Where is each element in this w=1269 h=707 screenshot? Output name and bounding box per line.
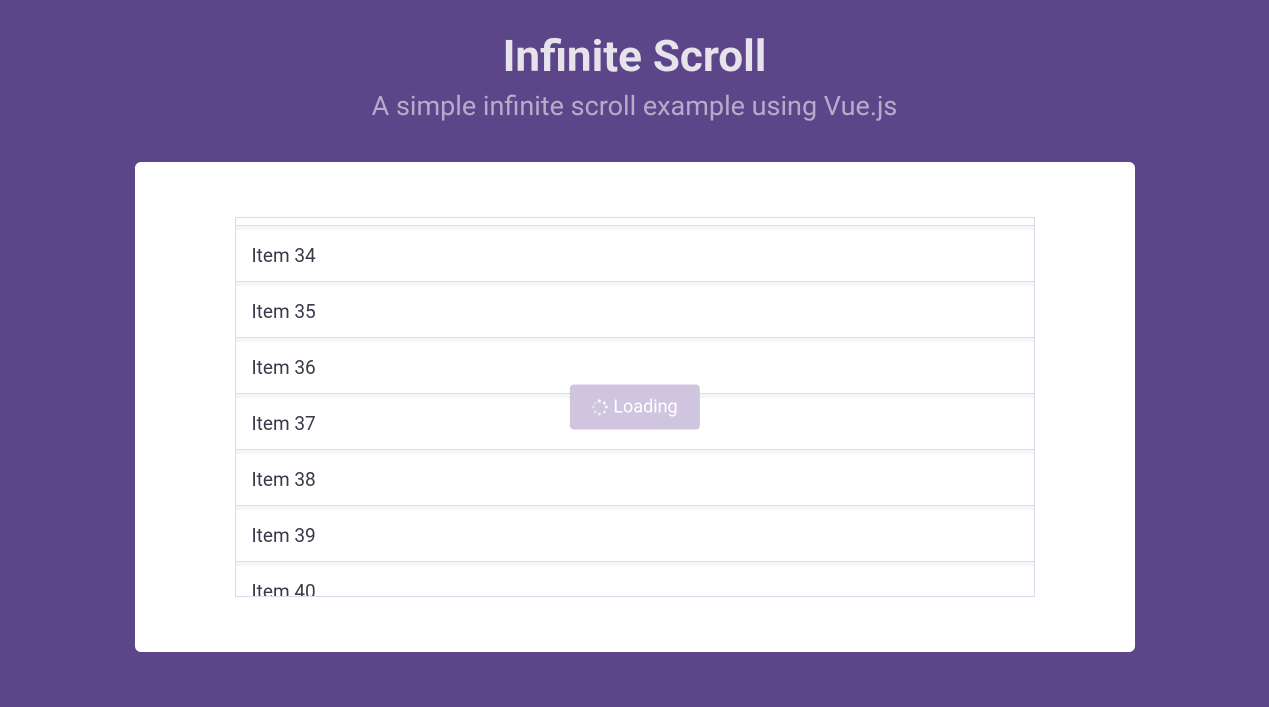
list-item[interactable]: Item 38 — [236, 454, 1034, 506]
list-item-partial — [236, 218, 1034, 226]
page-title: Infinite Scroll — [0, 30, 1269, 82]
scroll-wrapper: Item 34 Item 35 Item 36 Item 37 Item 38 … — [235, 217, 1035, 597]
list-item[interactable]: Item 34 — [236, 230, 1034, 282]
page-header: Infinite Scroll A simple infinite scroll… — [0, 30, 1269, 122]
spinner-icon — [591, 399, 607, 415]
loading-label: Loading — [613, 397, 677, 418]
list-item[interactable]: Item 40 — [236, 566, 1034, 597]
list-item[interactable]: Item 35 — [236, 286, 1034, 338]
content-card: Item 34 Item 35 Item 36 Item 37 Item 38 … — [135, 162, 1135, 652]
page-subtitle: A simple infinite scroll example using V… — [0, 90, 1269, 122]
list-item[interactable]: Item 39 — [236, 510, 1034, 562]
loading-indicator: Loading — [569, 385, 699, 430]
